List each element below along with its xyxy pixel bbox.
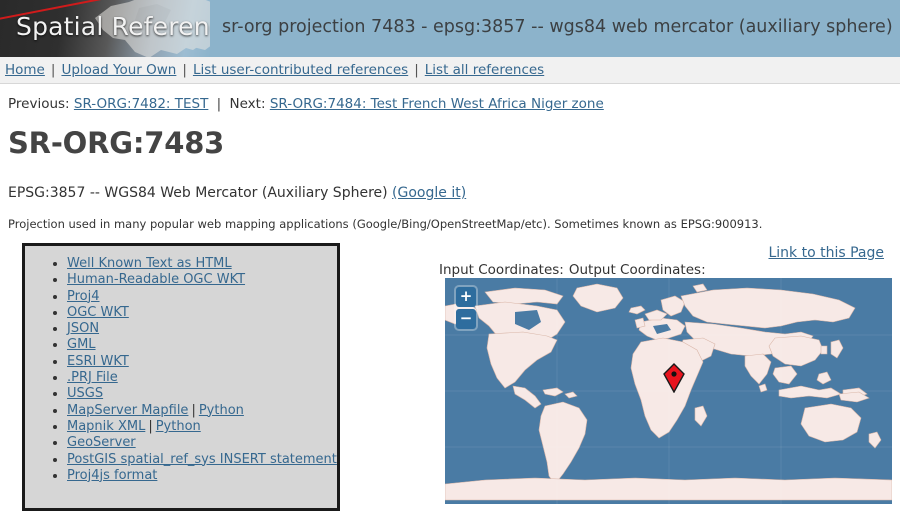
format-link-well-known-text-as-html[interactable]: Well Known Text as HTML (67, 256, 232, 271)
list-item: PostGIS spatial_ref_sys INSERT statement (67, 452, 337, 468)
list-item: GeoServer (67, 435, 337, 451)
link-to-this-page: Link to this Page (768, 245, 884, 261)
format-link-mapnik-python[interactable]: Python (156, 419, 201, 434)
previous-label: Previous: (8, 96, 70, 112)
formats-list-box: Well Known Text as HTML Human-Readable O… (22, 243, 340, 511)
nav-separator: | (50, 62, 56, 78)
epsg-text: EPSG:3857 -- WGS84 Web Mercator (Auxilia… (8, 185, 388, 201)
nav-separator: | (182, 62, 187, 78)
map-marker-icon[interactable] (663, 363, 685, 393)
previous-reference-link[interactable]: SR-ORG:7482: TEST (74, 96, 208, 112)
epsg-description: EPSG:3857 -- WGS84 Web Mercator (Auxilia… (8, 185, 892, 201)
list-item: .PRJ File (67, 370, 337, 386)
site-banner: Spatial Reference sr-org projection 7483… (0, 0, 900, 57)
list-item: OGC WKT (67, 305, 337, 321)
coordinate-labels: Input Coordinates: Output Coordinates: (439, 262, 711, 278)
nav-link-upload-your-own[interactable]: Upload Your Own (60, 62, 177, 78)
list-item: GML (67, 337, 337, 353)
list-item: Human-Readable OGC WKT (67, 272, 337, 288)
map-zoom-control[interactable]: + − (454, 285, 478, 331)
nav-link-home[interactable]: Home (4, 62, 46, 78)
format-pipe: | (191, 402, 196, 418)
next-reference-link[interactable]: SR-ORG:7484: Test French West Africa Nig… (270, 96, 604, 112)
format-pipe: | (148, 418, 153, 434)
format-link-gml[interactable]: GML (67, 337, 96, 352)
list-item: Proj4js format (67, 468, 337, 484)
format-link-ogc-wkt[interactable]: OGC WKT (67, 305, 129, 320)
format-link-mapnik-xml[interactable]: Mapnik XML (67, 419, 145, 434)
format-link-mapserver-mapfile[interactable]: MapServer Mapfile (67, 403, 188, 418)
nav-link-list-user-contributed[interactable]: List user-contributed references (192, 62, 409, 78)
format-link-mapserver-python[interactable]: Python (199, 403, 244, 418)
zoom-out-button[interactable]: − (456, 309, 476, 329)
list-item: Well Known Text as HTML (67, 256, 337, 272)
format-link-esri-wkt[interactable]: ESRI WKT (67, 354, 129, 369)
prev-next-separator: | (216, 96, 222, 112)
logo-text: Spatial Reference (16, 12, 210, 41)
page-title: SR-ORG:7483 (8, 126, 225, 160)
link-to-this-page-link[interactable]: Link to this Page (768, 245, 884, 261)
format-link-json[interactable]: JSON (67, 321, 99, 336)
format-link-prj-file[interactable]: .PRJ File (67, 370, 118, 385)
list-item: MapServer Mapfile|Python (67, 403, 337, 419)
list-item: Proj4 (67, 289, 337, 305)
format-link-usgs[interactable]: USGS (67, 386, 103, 401)
list-item: Mapnik XML|Python (67, 419, 337, 435)
format-link-postgis-insert[interactable]: PostGIS spatial_ref_sys INSERT statement (67, 452, 337, 467)
nav-separator: | (414, 62, 419, 78)
page-content: Previous: SR-ORG:7482: TEST | Next: SR-O… (0, 96, 900, 511)
prev-next-bar: Previous: SR-ORG:7482: TEST | Next: SR-O… (8, 96, 892, 112)
format-link-geoserver[interactable]: GeoServer (67, 435, 136, 450)
output-coordinates-label: Output Coordinates: (568, 262, 706, 278)
formats-list: Well Known Text as HTML Human-Readable O… (25, 256, 337, 484)
main-navigation: Home | Upload Your Own | List user-contr… (0, 57, 900, 84)
nav-link-list-all-references[interactable]: List all references (424, 62, 545, 78)
list-item: USGS (67, 386, 337, 402)
site-logo[interactable]: Spatial Reference (0, 0, 210, 57)
format-link-proj4[interactable]: Proj4 (67, 289, 100, 304)
world-map[interactable]: + − (445, 278, 892, 504)
banner-title: sr-org projection 7483 - epsg:3857 -- wg… (222, 17, 893, 37)
list-item: ESRI WKT (67, 354, 337, 370)
zoom-in-button[interactable]: + (456, 287, 476, 307)
format-link-human-readable-ogc-wkt[interactable]: Human-Readable OGC WKT (67, 272, 245, 287)
next-label: Next: (229, 96, 266, 112)
list-item: JSON (67, 321, 337, 337)
input-coordinates-label: Input Coordinates: (439, 262, 564, 278)
format-link-proj4js-format[interactable]: Proj4js format (67, 468, 157, 483)
projection-description: Projection used in many popular web mapp… (8, 217, 763, 231)
google-it-link[interactable]: (Google it) (392, 185, 466, 201)
